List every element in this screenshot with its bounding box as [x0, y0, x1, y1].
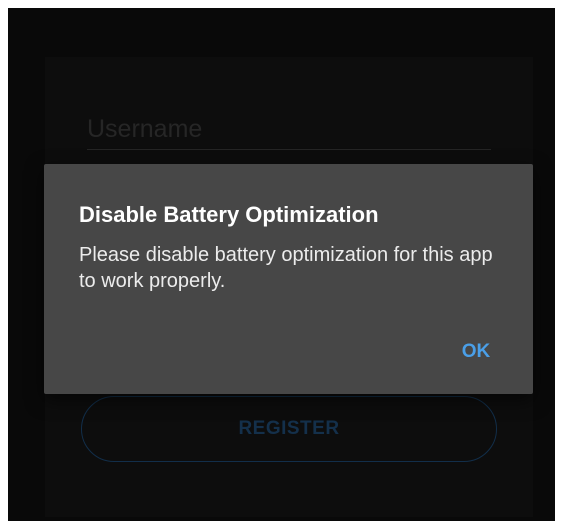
app-screen: REGISTER Disable Battery Optimization Pl… [8, 8, 555, 521]
ok-button[interactable]: OK [440, 328, 512, 376]
dialog-message: Please disable battery optimization for … [79, 244, 493, 292]
dialog-title: Disable Battery Optimization [79, 202, 379, 227]
battery-optimization-dialog: Disable Battery Optimization Please disa… [44, 164, 533, 394]
